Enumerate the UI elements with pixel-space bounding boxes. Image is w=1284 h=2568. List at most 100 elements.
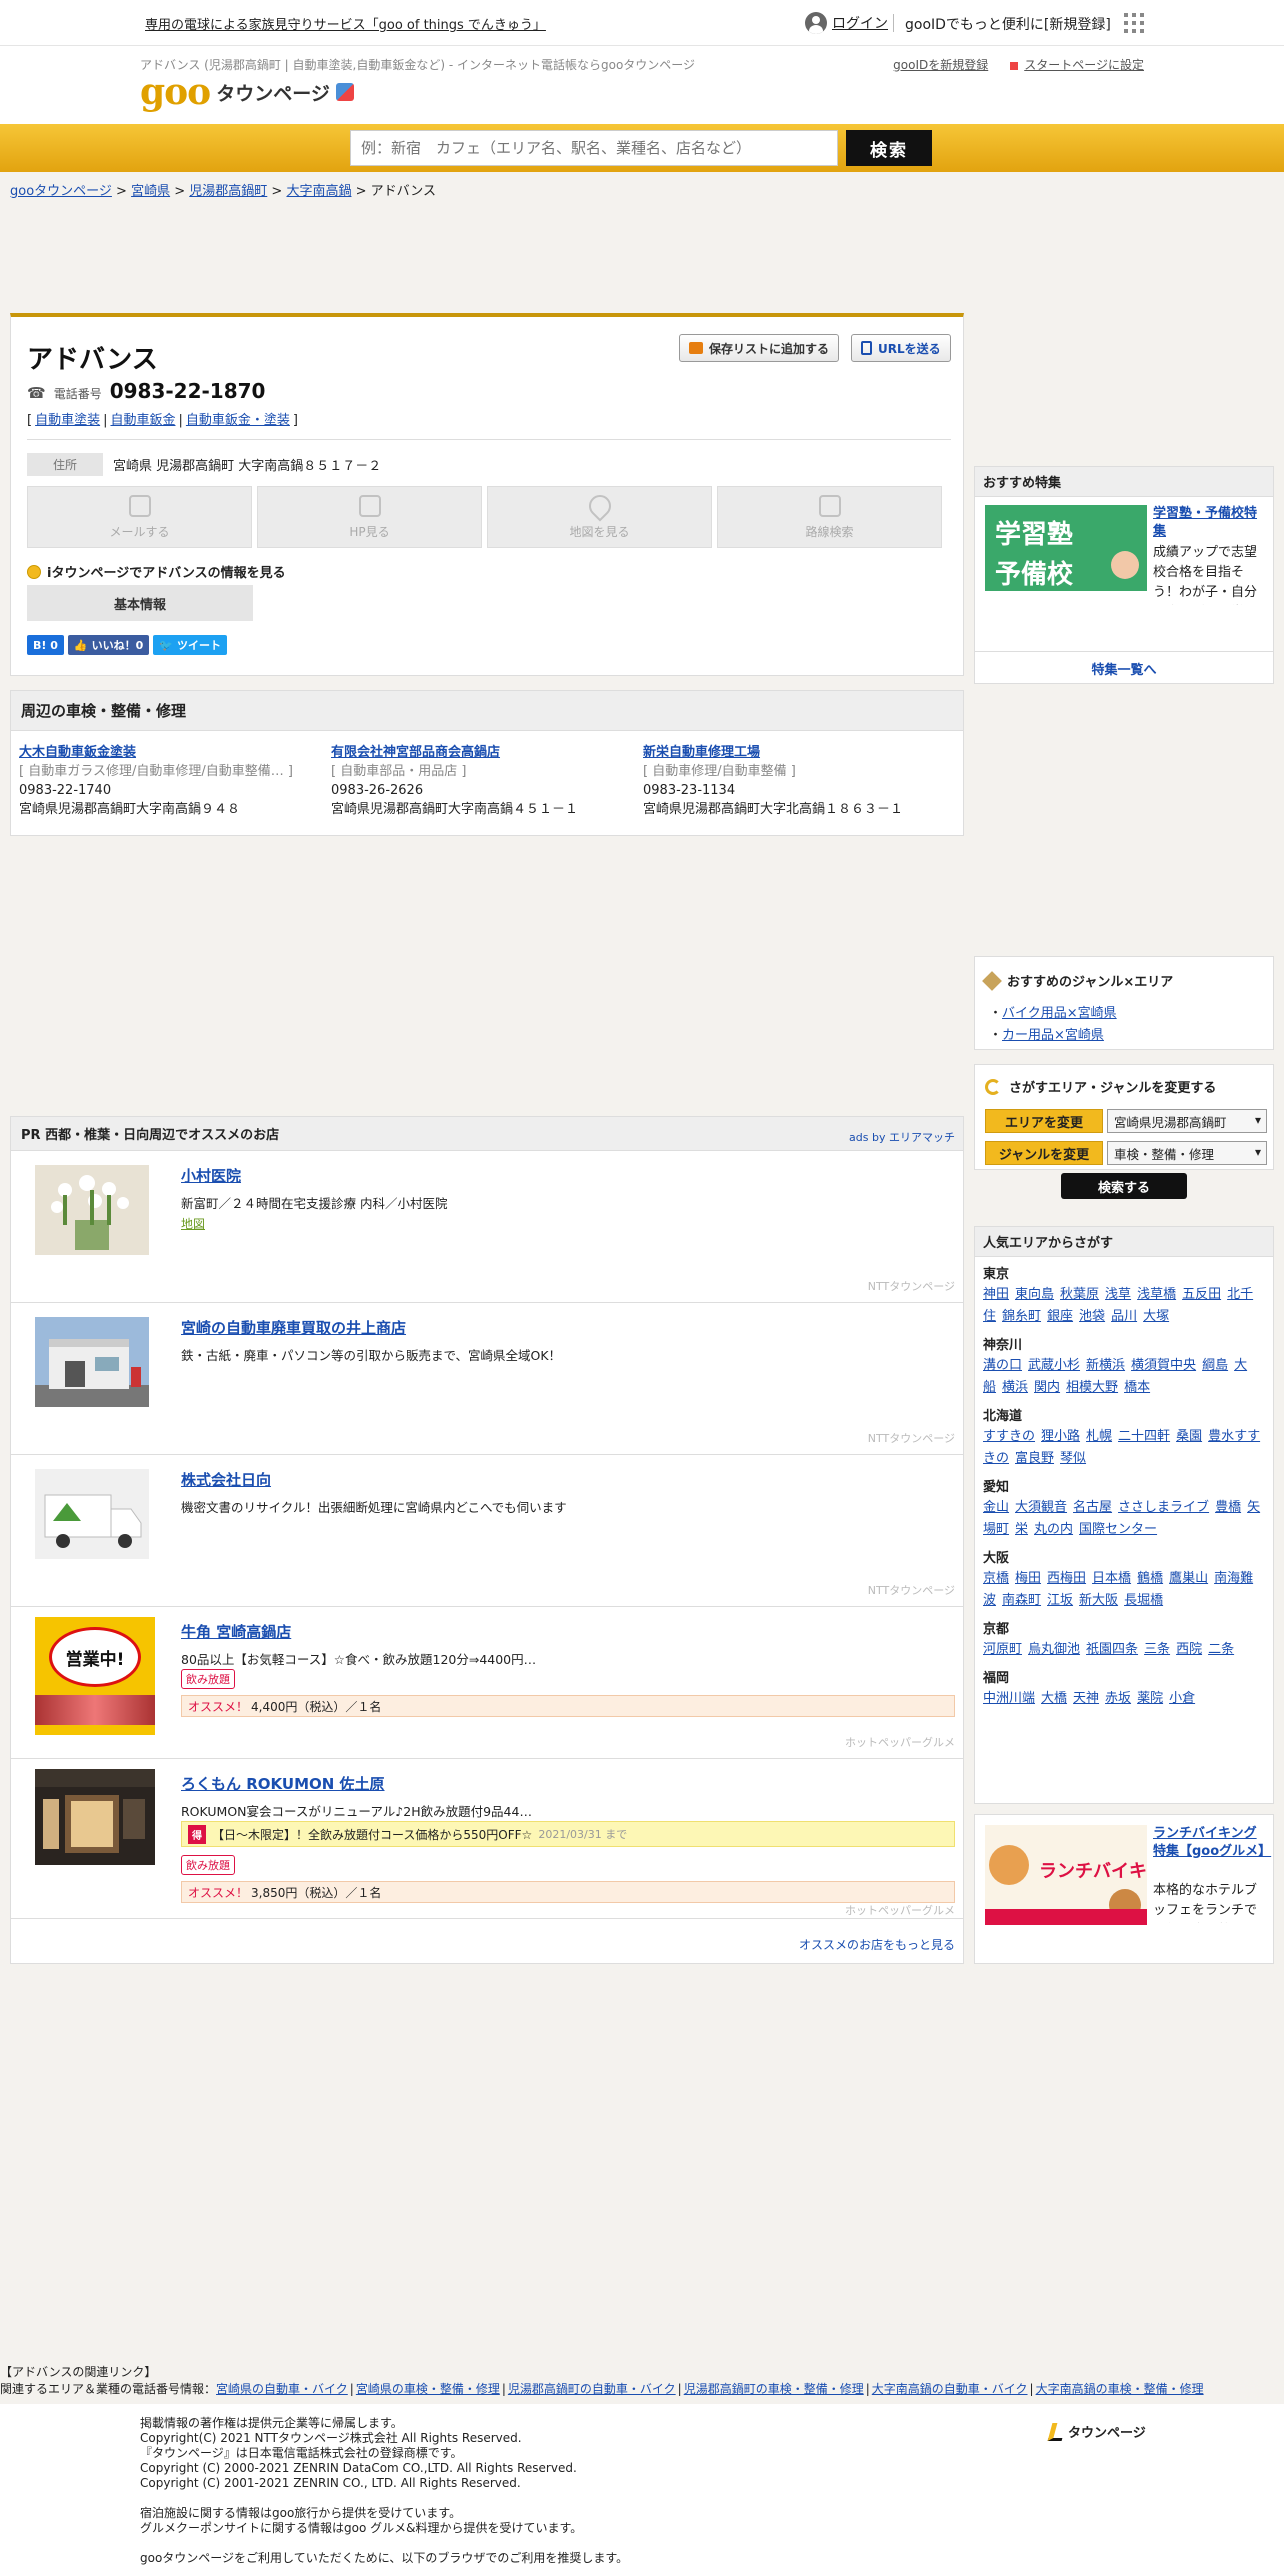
genre-link[interactable]: バイク用品×宮崎県	[1002, 1006, 1117, 1021]
related-link[interactable]: 大字南高鍋の車検・整備・修理	[1036, 2381, 1204, 2398]
related-link[interactable]: 大字南高鍋の自動車・バイク	[872, 2381, 1028, 2398]
area-link[interactable]: 札幌	[1086, 1429, 1112, 1444]
area-link[interactable]: 横浜	[1002, 1380, 1028, 1395]
area-link[interactable]: 江坂	[1047, 1593, 1073, 1608]
lunch-title-link[interactable]: ランチバイキング特集【gooグルメ】	[1153, 1825, 1271, 1861]
genre-select[interactable]: 車検・整備・修理	[1107, 1141, 1267, 1165]
related-link[interactable]: 児湯郡高鍋町の車検・整備・修理	[684, 2381, 864, 2398]
area-link[interactable]: 丸の内	[1034, 1522, 1073, 1537]
area-link[interactable]: 西梅田	[1047, 1571, 1086, 1586]
area-link[interactable]: 秋葉原	[1060, 1287, 1099, 1302]
breadcrumb-item[interactable]: gooタウンページ	[10, 184, 112, 199]
change-area-button[interactable]: エリアを変更	[985, 1109, 1103, 1133]
nearby-name-link[interactable]: 新栄自動車修理工場	[643, 745, 760, 760]
area-link[interactable]: 豊橋	[1215, 1500, 1241, 1515]
area-link[interactable]: 栄	[1015, 1522, 1028, 1537]
nearby-name-link[interactable]: 有限会社神宮部品商会高鍋店	[331, 745, 500, 760]
area-link[interactable]: 河原町	[983, 1642, 1022, 1657]
area-link[interactable]: 名古屋	[1073, 1500, 1112, 1515]
breadcrumb-item[interactable]: 宮崎県	[131, 184, 170, 199]
related-link[interactable]: 宮崎県の自動車・バイク	[216, 2381, 348, 2398]
category-link[interactable]: 自動車鈑金	[110, 413, 175, 428]
area-link[interactable]: 鷹巣山	[1169, 1571, 1208, 1586]
area-link[interactable]: ささしまライブ	[1118, 1500, 1209, 1515]
area-link[interactable]: 京橋	[983, 1571, 1009, 1586]
facebook-like-button[interactable]: 👍 いいね！0	[67, 635, 150, 655]
new-id-link[interactable]: gooIDを新規登録	[893, 56, 988, 73]
apps-grid-icon[interactable]	[1124, 13, 1144, 33]
area-link[interactable]: 琴似	[1060, 1451, 1086, 1466]
pr-title-link[interactable]: 小村医院	[181, 1165, 241, 1186]
tweet-button[interactable]: 🐦 ツイート	[153, 635, 227, 655]
area-link[interactable]: 大塚	[1143, 1309, 1169, 1324]
area-link[interactable]: 錦糸町	[1002, 1309, 1041, 1324]
area-link[interactable]: 長堀橋	[1124, 1593, 1163, 1608]
side-search-button[interactable]: 検索する	[1061, 1173, 1187, 1199]
area-link[interactable]: 南森町	[1002, 1593, 1041, 1608]
lunch-banner[interactable]: ランチバイキング	[985, 1825, 1147, 1925]
area-link[interactable]: 相模大野	[1066, 1380, 1118, 1395]
pr-title-link[interactable]: 牛角 宮崎高鍋店	[181, 1621, 291, 1642]
nearby-name-link[interactable]: 大木自動車鈑金塗装	[19, 745, 136, 760]
area-link[interactable]: 中洲川端	[983, 1691, 1035, 1706]
area-link[interactable]: 三条	[1144, 1642, 1170, 1657]
juku-feature-banner[interactable]: 学習塾予備校	[985, 505, 1147, 605]
area-link[interactable]: 浅草橋	[1137, 1287, 1176, 1302]
start-page-link[interactable]: スタートページに設定	[1010, 56, 1144, 73]
pr-title-link[interactable]: ろくもん ROKUMON 佐土原	[181, 1773, 385, 1794]
breadcrumb-item[interactable]: 大字南高鍋	[286, 184, 351, 199]
area-link[interactable]: 西院	[1176, 1642, 1202, 1657]
area-link[interactable]: 溝の口	[983, 1358, 1022, 1373]
area-select[interactable]: 宮崎県児湯郡高鍋町	[1107, 1109, 1267, 1133]
area-link[interactable]: 池袋	[1079, 1309, 1105, 1324]
genre-link[interactable]: カー用品×宮崎県	[1002, 1028, 1104, 1043]
area-link[interactable]: 鶴橋	[1137, 1571, 1163, 1586]
promo-link[interactable]: 専用の電球による家族見守りサービス「goo of things でんきゅう」	[145, 14, 546, 33]
area-link[interactable]: 新大阪	[1079, 1593, 1118, 1608]
area-link[interactable]: 五反田	[1182, 1287, 1221, 1302]
search-button[interactable]: 検索	[846, 130, 932, 166]
change-genre-button[interactable]: ジャンルを変更	[985, 1141, 1103, 1165]
related-link[interactable]: 宮崎県の車検・整備・修理	[356, 2381, 500, 2398]
area-link[interactable]: 浅草	[1105, 1287, 1131, 1302]
save-list-button[interactable]: 保存リストに追加する	[679, 334, 840, 362]
area-link[interactable]: 狸小路	[1041, 1429, 1080, 1444]
area-link[interactable]: 綱島	[1202, 1358, 1228, 1373]
area-link[interactable]: 小倉	[1169, 1691, 1195, 1706]
area-link[interactable]: すすきの	[983, 1429, 1035, 1444]
category-link[interactable]: 自動車鈑金・塗装	[186, 413, 290, 428]
area-link[interactable]: 武蔵小杉	[1028, 1358, 1080, 1373]
area-link[interactable]: 新横浜	[1086, 1358, 1125, 1373]
area-link[interactable]: 梅田	[1015, 1571, 1041, 1586]
pr-title-link[interactable]: 宮崎の自動車廃車買取の井上商店	[181, 1317, 406, 1338]
area-link[interactable]: 桑園	[1176, 1429, 1202, 1444]
more-shops-link[interactable]: オススメのお店をもっと見る	[799, 1936, 955, 1953]
pr-map-link[interactable]: 地図	[181, 1215, 205, 1232]
area-link[interactable]: 神田	[983, 1287, 1009, 1302]
area-link[interactable]: 大橋	[1041, 1691, 1067, 1706]
area-link[interactable]: 東向島	[1015, 1287, 1054, 1302]
area-link[interactable]: 銀座	[1047, 1309, 1073, 1324]
register-link[interactable]: gooIDでもっと便利に[新規登録]	[905, 14, 1111, 34]
login-link[interactable]: ログイン	[805, 12, 888, 34]
itownpage-link[interactable]: iタウンページでアドバンスの情報を見る	[27, 562, 286, 581]
area-link[interactable]: 関内	[1034, 1380, 1060, 1395]
category-link[interactable]: 自動車塗装	[35, 413, 100, 428]
tab-basic-info[interactable]: 基本情報	[27, 585, 253, 621]
area-link[interactable]: 烏丸御池	[1028, 1642, 1080, 1657]
site-logo[interactable]: goo タウンページ	[140, 74, 354, 110]
pr-title-link[interactable]: 株式会社日向	[181, 1469, 271, 1490]
area-link[interactable]: 金山	[983, 1500, 1009, 1515]
area-link[interactable]: 富良野	[1015, 1451, 1054, 1466]
hatena-button[interactable]: B! 0	[27, 635, 64, 655]
area-link[interactable]: 祇園四条	[1086, 1642, 1138, 1657]
area-link[interactable]: 薬院	[1137, 1691, 1163, 1706]
breadcrumb-item[interactable]: 児湯郡高鍋町	[189, 184, 267, 199]
area-link[interactable]: 品川	[1111, 1309, 1137, 1324]
area-link[interactable]: 横須賀中央	[1131, 1358, 1196, 1373]
area-link[interactable]: 国際センター	[1079, 1522, 1157, 1537]
send-url-button[interactable]: URLを送る	[851, 334, 951, 362]
area-link[interactable]: 赤坂	[1105, 1691, 1131, 1706]
area-link[interactable]: 二十四軒	[1118, 1429, 1170, 1444]
area-link[interactable]: 天神	[1073, 1691, 1099, 1706]
